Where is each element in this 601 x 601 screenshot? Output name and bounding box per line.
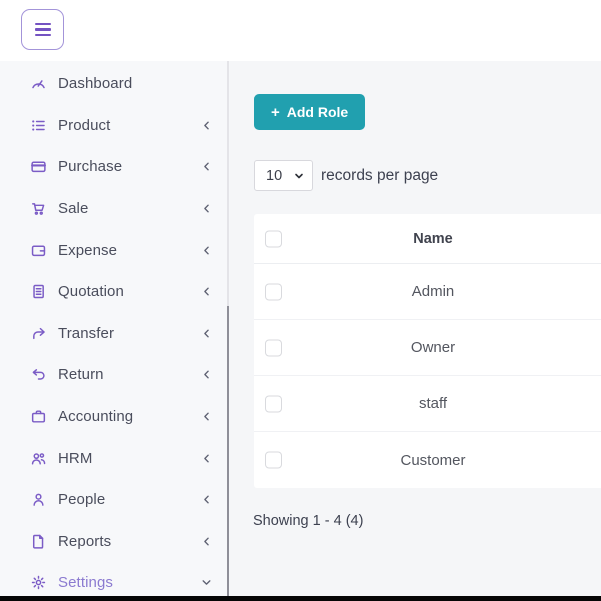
chevron-left-icon [201, 245, 212, 256]
role-name-cell: Owner [300, 320, 566, 375]
sidebar-item-label: Product [58, 117, 110, 134]
users-icon [30, 450, 47, 467]
sidebar-item-label: Sale [58, 200, 88, 217]
file-text-icon [30, 283, 47, 300]
add-role-button[interactable]: + Add Role [254, 94, 365, 130]
sidebar-item-label: HRM [58, 450, 92, 467]
sidebar-item-label: Transfer [58, 325, 114, 342]
chevron-left-icon [201, 120, 212, 131]
sidebar-item-return[interactable]: Return [0, 354, 228, 396]
chevron-down-icon [294, 171, 304, 181]
select-all-checkbox[interactable] [265, 230, 282, 247]
main-content: + Add Role 10 records per page Name Admi… [230, 61, 601, 601]
gear-icon [30, 574, 47, 591]
roles-table: Name AdminOwnerstaffCustomer [254, 214, 601, 488]
credit-card-icon [30, 158, 47, 175]
table-row: Owner [254, 320, 601, 376]
table-body: AdminOwnerstaffCustomer [254, 264, 601, 488]
row-checkbox[interactable] [265, 283, 282, 300]
sidebar-item-dashboard[interactable]: Dashboard [0, 63, 228, 105]
chevron-left-icon [201, 286, 212, 297]
sidebar-item-label: Purchase [58, 158, 122, 175]
sidebar-item-label: Settings [58, 574, 113, 591]
page-size-select[interactable]: 10 [254, 160, 313, 191]
sidebar-scrollbar-thumb[interactable] [227, 306, 229, 597]
cart-icon [30, 200, 47, 217]
top-header [0, 0, 601, 61]
row-checkbox[interactable] [265, 395, 282, 412]
table-row: Customer [254, 432, 601, 488]
sidebar-item-label: Dashboard [58, 75, 132, 92]
sidebar-item-expense[interactable]: Expense [0, 229, 228, 271]
sidebar-nav: Dashboard Product Purchase Sale Expense Quota… [0, 63, 228, 601]
sidebar-item-hrm[interactable]: HRM [0, 437, 228, 479]
chevron-left-icon [201, 161, 212, 172]
sidebar-item-reports[interactable]: Reports [0, 521, 228, 563]
gauge-icon [30, 75, 47, 92]
chevron-left-icon [201, 494, 212, 505]
app-window: Dashboard Product Purchase Sale Expense Quota… [0, 0, 601, 601]
sidebar-item-purchase[interactable]: Purchase [0, 146, 228, 188]
undo-icon [30, 366, 47, 383]
table-row: staff [254, 376, 601, 432]
chevron-left-icon [201, 328, 212, 339]
sidebar-toggle-button[interactable] [21, 9, 64, 50]
sidebar-item-transfer[interactable]: Transfer [0, 313, 228, 355]
sidebar-item-label: Reports [58, 533, 111, 550]
plus-icon: + [271, 104, 280, 121]
role-name-cell: Admin [300, 264, 566, 319]
bottom-bar [0, 596, 601, 601]
chevron-left-icon [201, 411, 212, 422]
share-icon [30, 325, 47, 342]
list-icon [30, 117, 47, 134]
briefcase-icon [30, 408, 47, 425]
row-checkbox[interactable] [265, 339, 282, 356]
chevron-left-icon [201, 203, 212, 214]
page-size-label: records per page [321, 167, 438, 185]
sidebar-item-accounting[interactable]: Accounting [0, 396, 228, 438]
sidebar-item-sale[interactable]: Sale [0, 188, 228, 230]
page-size-value: 10 [266, 168, 282, 184]
sidebar: Dashboard Product Purchase Sale Expense Quota… [0, 61, 228, 601]
table-header-row: Name [254, 214, 601, 264]
sidebar-item-quotation[interactable]: Quotation [0, 271, 228, 313]
page-size-row: 10 records per page [254, 160, 438, 191]
role-name-cell: staff [300, 376, 566, 431]
wallet-icon [30, 242, 47, 259]
add-role-label: Add Role [287, 104, 348, 120]
sidebar-item-label: Return [58, 366, 104, 383]
sidebar-item-people[interactable]: People [0, 479, 228, 521]
hamburger-icon [35, 23, 51, 36]
sidebar-item-label: Accounting [58, 408, 133, 425]
chevron-left-icon [201, 536, 212, 547]
chevron-left-icon [201, 369, 212, 380]
file-icon [30, 533, 47, 550]
table-row: Admin [254, 264, 601, 320]
sidebar-item-label: People [58, 491, 105, 508]
results-summary: Showing 1 - 4 (4) [253, 513, 363, 529]
sidebar-item-label: Quotation [58, 283, 124, 300]
user-icon [30, 491, 47, 508]
sidebar-item-product[interactable]: Product [0, 105, 228, 147]
sidebar-scrollbar-track[interactable] [227, 61, 229, 596]
name-column-header: Name [300, 214, 566, 263]
row-checkbox[interactable] [265, 452, 282, 469]
chevron-left-icon [201, 453, 212, 464]
chevron-down-icon [201, 577, 212, 588]
role-name-cell: Customer [300, 432, 566, 488]
sidebar-item-label: Expense [58, 242, 117, 259]
